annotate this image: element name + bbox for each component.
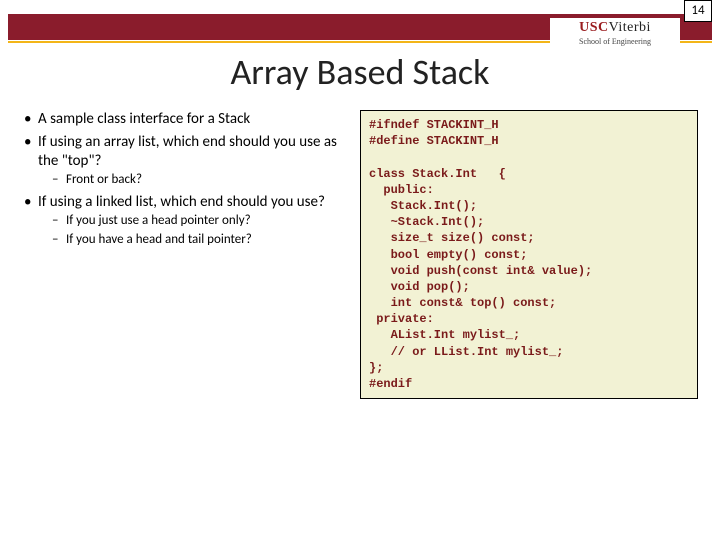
bullet-text: If using a linked list, which end should… <box>38 193 325 211</box>
bullet-text: If using an array list, which end should… <box>38 133 337 170</box>
logo-subtitle: School of Engineering <box>550 37 680 46</box>
bullet-column: A sample class interface for a Stack If … <box>22 110 352 399</box>
content-area: A sample class interface for a Stack If … <box>22 110 698 399</box>
usc-viterbi-logo: USCViterbi School of Engineering <box>550 18 680 58</box>
page-number: 14 <box>684 0 712 22</box>
sub-bullet-item: If you just use a head pointer only? <box>38 213 352 229</box>
logo-viterbi-text: Viterbi <box>609 20 651 35</box>
logo-usc-text: USC <box>579 20 609 35</box>
bullet-item: If using a linked list, which end should… <box>22 193 352 248</box>
code-block: #ifndef STACKINT_H #define STACKINT_H cl… <box>360 110 698 399</box>
sub-bullet-item: If you have a head and tail pointer? <box>38 232 352 248</box>
bullet-item: A sample class interface for a Stack <box>22 110 352 129</box>
bullet-item: If using an array list, which end should… <box>22 133 352 189</box>
sub-bullet-item: Front or back? <box>38 172 352 188</box>
